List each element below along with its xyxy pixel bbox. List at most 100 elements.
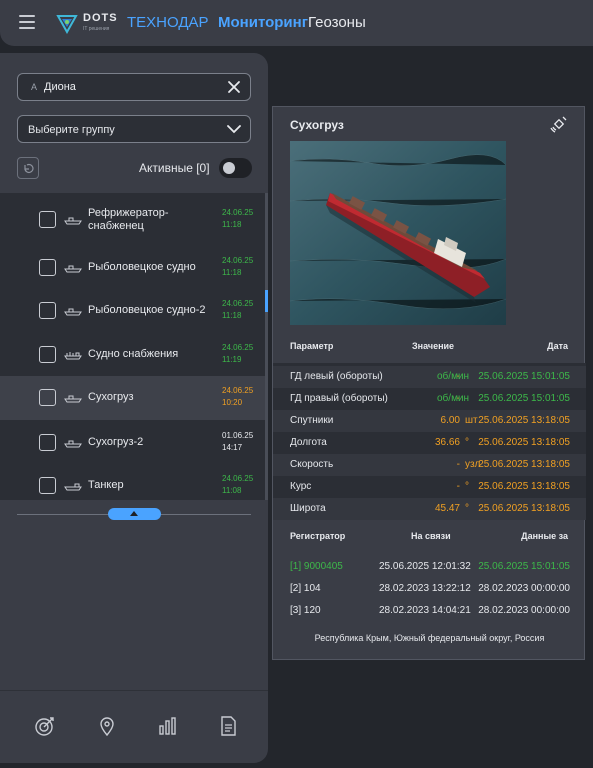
vessel-name: Рыболовецкое судно [88,261,196,273]
location-pin-icon[interactable] [96,715,118,737]
checkbox[interactable] [39,211,56,228]
param-value: - [456,459,460,470]
param-unit: ° [465,503,469,514]
registrator-id: [3] 120 [290,605,321,616]
card-title: Сухогруз [290,118,344,132]
column-header-registrator: Регистратор [290,531,346,541]
active-toggle[interactable] [219,158,252,178]
group-select[interactable]: Выберите группу [17,115,251,143]
ship-icon [64,308,82,316]
param-unit: ° [465,481,469,492]
registrator-data: 28.02.2023 00:00:00 [478,583,570,594]
scrollbar-thumb[interactable] [265,290,268,312]
sidebar-panel: A Диона Выберите группу Активные [0] Реф… [0,53,268,763]
vessel-list: Рефрижератор-снабженец 24.06.25 11:18 Рыб… [0,193,268,500]
active-filter-label: Активные [0] [139,161,210,175]
param-unit: об/мин [437,371,470,382]
param-value: - [456,481,460,492]
nav-monitoring[interactable]: Мониторинг [218,14,308,31]
checkbox[interactable] [39,302,56,319]
column-header-online: На связи [411,531,451,541]
vessel-name: Судно снабжения [88,348,179,360]
param-unit: об/мин [437,393,470,404]
checkbox[interactable] [39,434,56,451]
logo-text: DOTS [83,12,118,24]
param-date: 25.06.2025 13:18:05 [478,459,570,470]
list-item-selected[interactable]: Сухогруз 24.06.25 10:20 [0,376,265,420]
list-item[interactable]: Рыболовецкое судно-2 24.06.25 11:18 [0,288,265,332]
vessel-name: Сухогруз [88,391,134,403]
search-value[interactable]: Диона [44,81,76,93]
vessel-date: 24.06.25 11:18 [222,208,254,229]
table-row: ГД левый (обороты) - об/мин 25.06.2025 1… [273,366,586,388]
table-row: Долгота 36.66 ° 25.06.2025 13:18:05 [273,432,586,454]
param-name: Широта [290,503,326,514]
param-date: 25.06.2025 15:01:05 [478,393,570,404]
list-item[interactable]: Танкер 24.06.25 11:08 [0,463,265,500]
vessel-name: Танкер [88,479,124,491]
vessel-date: 01.06.25 14:17 [222,431,254,452]
bar-chart-icon[interactable] [156,715,178,737]
vessel-date: 24.06.25 11:08 [222,474,254,495]
checkbox[interactable] [39,477,56,494]
param-value: 45.47 [434,503,460,514]
column-header-date: Дата [547,341,568,351]
tanker-icon [64,483,82,491]
search-input[interactable]: A Диона [17,73,251,101]
expand-button[interactable] [108,508,161,520]
checkbox[interactable] [39,389,56,406]
column-header-value: Значение [412,341,455,351]
brand-name[interactable]: ТЕХНОДАР [127,14,209,31]
satellite-icon[interactable] [550,115,568,133]
dots-logo-icon [56,15,78,34]
ship-icon [64,395,82,403]
ship-icon [64,440,82,448]
list-item[interactable]: Судно снабжения 24.06.25 11:19 [0,332,265,376]
param-name: ГД левый (обороты) [290,371,383,382]
vessel-date: 24.06.25 10:20 [222,386,254,407]
vessel-name: Сухогруз-2 [88,436,144,448]
param-name: Спутники [290,415,334,426]
close-icon[interactable] [227,80,241,94]
registrator-online: 28.02.2023 14:04:21 [379,605,471,616]
list-item[interactable]: Сухогруз-2 01.06.25 14:17 [0,420,265,464]
param-date: 25.06.2025 13:18:05 [478,437,570,448]
param-value: 6.00 [440,415,460,426]
divider [0,690,268,691]
ship-icon [64,265,82,273]
param-unit: ° [465,437,469,448]
vessel-name: Рефрижератор-снабженец [88,207,169,232]
vessel-name: Рыболовецкое судно-2 [88,304,206,316]
ship-icon [64,217,82,225]
vessel-date: 24.06.25 11:18 [222,299,254,320]
list-scrollbar[interactable] [265,193,268,500]
checkbox[interactable] [39,259,56,276]
vessel-photo [290,141,506,325]
param-name: Курс [290,481,312,492]
param-date: 25.06.2025 13:18:05 [478,503,570,514]
reset-button[interactable] [17,157,39,179]
param-date: 25.06.2025 15:01:05 [478,371,570,382]
vessel-details-card: Сухогруз Параметр Значение Дата ГД левый… [272,106,586,660]
target-icon[interactable] [34,715,56,737]
table-row: Курс - ° 25.06.2025 13:18:05 [273,476,586,498]
group-select-value: Выберите группу [28,124,115,136]
checkbox[interactable] [39,346,56,363]
registrator-online: 25.06.2025 12:01:32 [379,561,471,572]
table-row: ГД правый (обороты) - об/мин 25.06.2025 … [273,388,586,410]
registrator-id: [2] 104 [290,583,321,594]
list-item[interactable]: Рефрижератор-снабженец 24.06.25 11:18 [0,197,265,241]
parameters-table: ГД левый (обороты) - об/мин 25.06.2025 1… [273,363,586,520]
top-bar: DOTS IT решения ТЕХНОДАР Мониторинг Геоз… [0,0,593,46]
nav-geozones[interactable]: Геозоны [308,14,366,31]
registrator-data: 28.02.2023 00:00:00 [478,605,570,616]
vessel-date: 24.06.25 11:18 [222,256,254,277]
column-header-param: Параметр [290,341,334,351]
vessel-date: 24.06.25 11:19 [222,343,254,364]
report-document-icon[interactable] [217,715,239,737]
chevron-up-icon [130,511,138,516]
registrator-data: 25.06.2025 15:01:05 [478,561,570,572]
list-item[interactable]: Рыболовецкое судно 24.06.25 11:18 [0,245,265,289]
menu-icon[interactable] [19,15,35,29]
param-name: Долгота [290,437,327,448]
